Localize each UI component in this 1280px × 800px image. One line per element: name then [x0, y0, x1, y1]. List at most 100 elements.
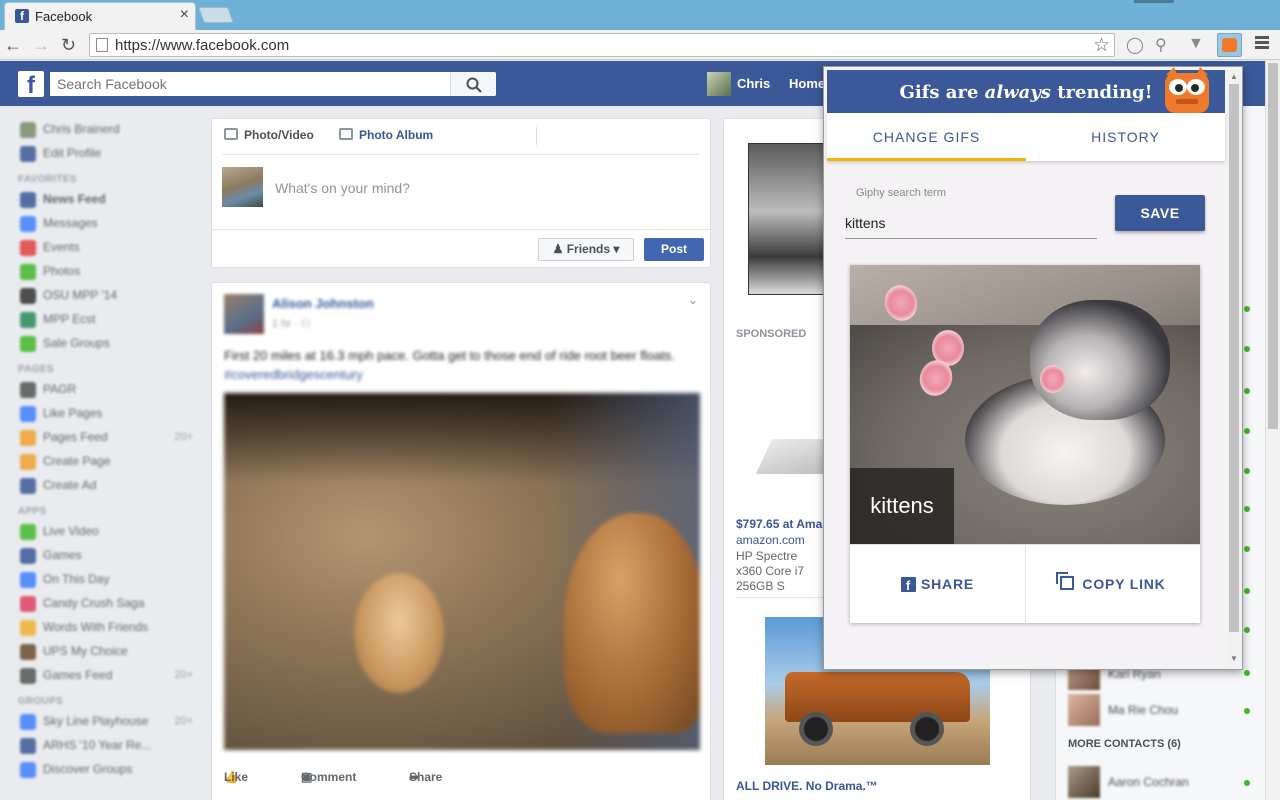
sidebar-item[interactable]: OSU MPP '14 — [18, 284, 198, 308]
scrollbar-thumb[interactable] — [1229, 84, 1239, 632]
online-dot — [1244, 627, 1250, 633]
post-text: First 20 miles at 16.3 mph pace. Gotta g… — [224, 346, 694, 384]
sidebar-item-label: Candy Crush Saga — [43, 596, 145, 610]
scroll-up-icon[interactable]: ▲ — [1230, 72, 1238, 81]
tab-photo-album[interactable]: Photo Album — [339, 128, 433, 142]
browser-tab-facebook[interactable]: f Facebook × — [4, 2, 196, 30]
sidebar-item[interactable]: Messages — [18, 212, 198, 236]
gif-image[interactable]: kittens — [850, 265, 1200, 544]
chat-contact[interactable]: Aaron Cochran — [1068, 766, 1248, 798]
extension-v-icon[interactable]: ▼ — [1188, 35, 1204, 53]
popup-scrollbar[interactable]: ▲ ▼ — [1227, 70, 1241, 666]
sidebar-item[interactable]: News Feed — [18, 188, 198, 212]
facebook-logo-icon[interactable]: f — [18, 71, 44, 99]
sidebar-item[interactable]: Games Feed 20+ — [18, 664, 198, 688]
giphy-search-input[interactable] — [845, 207, 1097, 239]
scrollbar-thumb[interactable] — [1268, 63, 1278, 429]
sidebar-item[interactable]: Games — [18, 544, 198, 568]
sidebar-item[interactable]: Pages Feed 20+ — [18, 426, 198, 450]
sidebar-item[interactable]: Create Ad — [18, 474, 198, 498]
sidebar-item-label: OSU MPP '14 — [43, 288, 118, 302]
tab-history[interactable]: HISTORY — [1026, 113, 1225, 161]
avatar[interactable] — [224, 294, 264, 334]
gamepad-icon — [20, 668, 36, 684]
chevron-down-icon[interactable]: ⌄ — [688, 293, 698, 307]
bookmark-star-icon[interactable]: ☆ — [1093, 34, 1110, 57]
search-button[interactable] — [450, 72, 496, 96]
online-dot — [1244, 546, 1250, 552]
sidebar-item[interactable]: Events — [18, 236, 198, 260]
sidebar-item-label: Games — [43, 548, 82, 562]
user-name: Chris — [737, 76, 771, 91]
sidebar-item[interactable]: Photos — [18, 260, 198, 284]
online-dot — [1244, 346, 1250, 352]
sidebar-item[interactable]: Sky Line Playhouse 20+ — [18, 710, 198, 734]
sidebar-item-label: Words With Friends — [43, 620, 149, 634]
page-scrollbar[interactable] — [1265, 61, 1280, 800]
sidebar-item[interactable]: Candy Crush Saga — [18, 592, 198, 616]
post-image[interactable] — [224, 393, 700, 750]
sidebar-item[interactable]: Edit Profile — [18, 142, 198, 166]
group-icon — [20, 738, 36, 754]
tab-label: Photo/Video — [244, 128, 314, 142]
sidebar-item-label: UPS My Choice — [43, 644, 128, 658]
sidebar-item-label: MPP Ecst — [43, 312, 96, 326]
url-text[interactable]: https://www.facebook.com — [115, 37, 289, 54]
group-icon — [20, 336, 36, 352]
copy-link-button[interactable]: COPY LINK — [1025, 545, 1200, 624]
extension-search-icon[interactable]: ⚲ — [1155, 35, 1167, 55]
sidebar-item[interactable]: On This Day — [18, 568, 198, 592]
sidebar-item[interactable]: Discover Groups — [18, 758, 198, 782]
post-author[interactable]: Alison Johnston — [272, 296, 374, 311]
post-button[interactable]: Post — [644, 238, 704, 261]
caret-down-icon: ▾ — [610, 242, 620, 256]
reload-icon[interactable]: ↻ — [61, 35, 76, 55]
tab-photo-video[interactable]: Photo/Video — [224, 128, 314, 142]
sidebar-item-label: Games Feed — [43, 668, 113, 682]
feed-post: Alison Johnston 1 hr · ⚇ First 20 miles … — [211, 282, 711, 800]
ad-site[interactable]: amazon.com — [736, 533, 805, 547]
ad-description: HP Spectre x360 Core i7 256GB S — [736, 549, 805, 593]
ad-title[interactable]: ALL DRIVE. No Drama.™ — [736, 779, 878, 793]
ad-title[interactable]: $797.65 at Ama — [736, 517, 822, 531]
hashtag-link[interactable]: #coveredbridgescentury — [224, 367, 363, 382]
sidebar-item[interactable]: PAGR — [18, 378, 198, 402]
window-control[interactable] — [1134, 0, 1174, 3]
sidebar-item[interactable]: MPP Ecst — [18, 308, 198, 332]
post-timestamp[interactable]: 1 hr · ⚇ — [272, 317, 311, 330]
extension-circle-icon[interactable]: ◯ — [1126, 35, 1144, 55]
sidebar-item[interactable]: Like Pages — [18, 402, 198, 426]
gif-extension-button[interactable] — [1217, 33, 1242, 57]
sidebar-item[interactable]: Live Video — [18, 520, 198, 544]
scroll-down-icon[interactable]: ▼ — [1230, 654, 1238, 663]
sidebar-item[interactable]: ARHS '10 Year Re... — [18, 734, 198, 758]
menu-icon[interactable] — [1255, 36, 1269, 51]
status-composer: Photo/Video Photo Album What's on your m… — [211, 118, 711, 268]
count-badge: 20+ — [174, 669, 193, 681]
status-input[interactable]: What's on your mind? — [275, 180, 410, 196]
sidebar-item-label: Sky Line Playhouse — [43, 714, 149, 728]
news-feed-icon — [20, 192, 36, 208]
online-dot — [1244, 708, 1250, 714]
sidebar-item[interactable]: Chris Brainerd — [18, 118, 198, 142]
copy-icon — [1056, 572, 1075, 590]
tab-change-gifs[interactable]: CHANGE GIFS — [827, 113, 1026, 161]
address-bar[interactable]: https://www.facebook.com ☆ — [89, 33, 1115, 57]
clock-icon — [20, 572, 36, 588]
new-tab-button[interactable] — [198, 7, 234, 23]
search-input[interactable] — [50, 72, 440, 96]
audience-selector[interactable]: ♟ Friends ▾ — [538, 238, 634, 261]
share-button[interactable]: f SHARE — [850, 545, 1025, 624]
forward-icon[interactable]: → — [32, 35, 50, 55]
chat-contact[interactable]: Ma Rie Chou — [1068, 694, 1248, 726]
tab-close-icon[interactable]: × — [180, 6, 189, 24]
home-link[interactable]: Home — [789, 76, 825, 91]
sidebar-item[interactable]: Sale Groups — [18, 332, 198, 356]
sidebar-item[interactable]: UPS My Choice — [18, 640, 198, 664]
sidebar-item[interactable]: Create Page — [18, 450, 198, 474]
back-icon[interactable]: ← — [4, 35, 22, 55]
facebook-favicon-icon: f — [15, 9, 29, 23]
like-label: Like — [224, 770, 249, 784]
sidebar-item[interactable]: Words With Friends — [18, 616, 198, 640]
save-button[interactable]: SAVE — [1115, 195, 1205, 231]
